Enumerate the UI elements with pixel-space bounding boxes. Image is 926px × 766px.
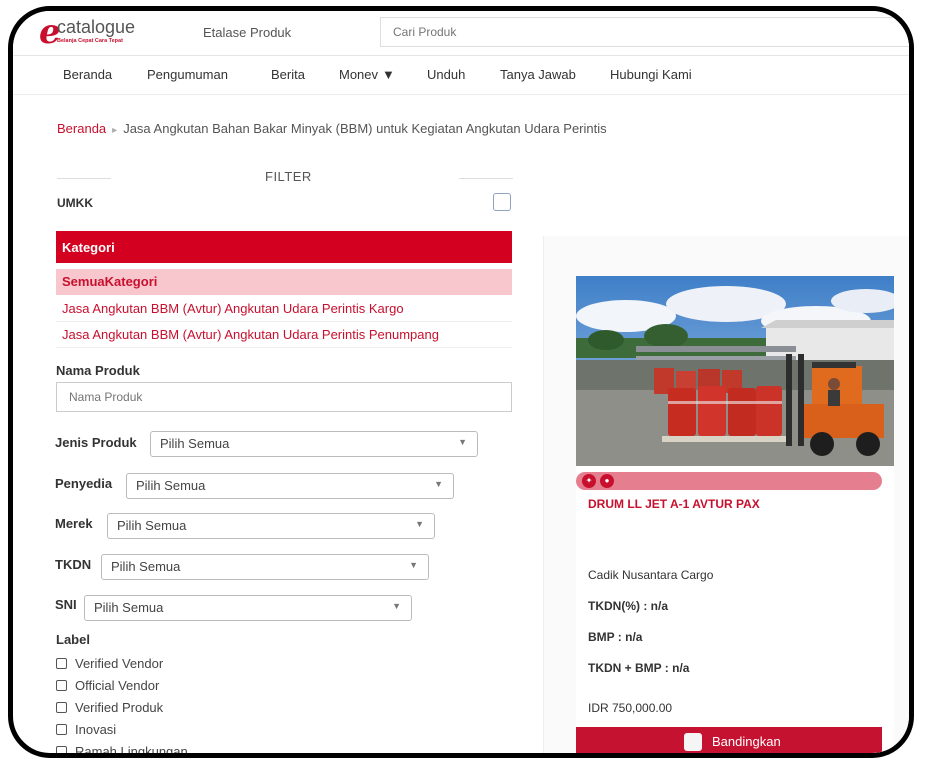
nav-tanya-jawab[interactable]: Tanya Jawab: [500, 67, 576, 82]
chevron-down-icon: ▼: [458, 437, 467, 447]
tkdn-label: TKDN: [55, 557, 92, 572]
logo-name: catalogue: [57, 17, 136, 37]
tkdn-select[interactable]: Pilih Semua ▼: [101, 554, 429, 580]
logo-tagline: Belanja Cepat Cara Tepat: [57, 38, 123, 44]
filter-divider-left: [57, 178, 111, 179]
chevron-down-icon: ▼: [434, 479, 443, 489]
sni-value: Pilih Semua: [94, 600, 164, 615]
filter-divider-right: [459, 178, 513, 179]
product-badge-bar: ✦ ●: [576, 472, 882, 490]
jenis-produk-label: Jenis Produk: [55, 435, 137, 450]
label-option-text: Official Vendor: [75, 678, 160, 693]
umkk-badge-icon: ✦: [582, 474, 596, 488]
label-option-text: Ramah Lingkungan: [75, 744, 188, 758]
merek-value: Pilih Semua: [117, 518, 187, 533]
label-option[interactable]: Verified Produk: [56, 700, 163, 715]
breadcrumb-current: Jasa Angkutan Bahan Bakar Minyak (BBM) u…: [123, 121, 607, 136]
bandingkan-button[interactable]: Bandingkan: [576, 727, 882, 753]
nama-produk-label: Nama Produk: [56, 363, 140, 378]
nama-produk-input[interactable]: [56, 382, 512, 412]
nav-berita[interactable]: Berita: [271, 67, 305, 82]
product-vendor: Cadik Nusantara Cargo: [588, 568, 714, 582]
label-option-text: Verified Vendor: [75, 656, 164, 671]
checkbox-icon[interactable]: [56, 658, 67, 669]
product-image-drawing: [576, 276, 894, 466]
kategori-item[interactable]: Jasa Angkutan BBM (Avtur) Angkutan Udara…: [56, 296, 512, 322]
product-price: IDR 750,000.00: [588, 701, 673, 715]
product-card[interactable]: ✦ ● DRUM LL JET A-1 AVTUR PAX Cadik Nusa…: [576, 276, 894, 753]
label-option[interactable]: Inovasi: [56, 722, 116, 737]
kategori-semua[interactable]: SemuaKategori: [56, 269, 512, 295]
product-tkdn: TKDN(%) : n/a: [588, 599, 668, 613]
chevron-down-icon: ▼: [382, 67, 395, 82]
merek-select[interactable]: Pilih Semua ▼: [107, 513, 435, 539]
penyedia-value: Pilih Semua: [136, 478, 206, 493]
nav-monev[interactable]: Monev ▼: [339, 67, 395, 82]
label-filter-title: Label: [56, 632, 90, 647]
label-option-text: Verified Produk: [75, 700, 164, 715]
nav-unduh[interactable]: Unduh: [427, 67, 465, 82]
etalase-produk-link[interactable]: Etalase Produk: [203, 25, 291, 40]
tkdn-value: Pilih Semua: [111, 559, 181, 574]
product-name[interactable]: DRUM LL JET A-1 AVTUR PAX: [588, 497, 760, 511]
merek-label: Merek: [55, 516, 93, 531]
penyedia-label: Penyedia: [55, 476, 113, 491]
label-option[interactable]: Verified Vendor: [56, 656, 163, 671]
bandingkan-label: Bandingkan: [712, 734, 781, 749]
label-option[interactable]: Ramah Lingkungan: [56, 744, 188, 758]
kategori-item[interactable]: Jasa Angkutan BBM (Avtur) Angkutan Udara…: [56, 322, 512, 348]
seal-badge-icon: ●: [600, 474, 614, 488]
ecatalogue-logo[interactable]: e catalogue Belanja Cepat Cara Tepat: [39, 15, 149, 51]
nav-monev-label: Monev: [339, 67, 379, 82]
penyedia-select[interactable]: Pilih Semua ▼: [126, 473, 454, 499]
main-nav: Beranda Pengumuman Berita Monev ▼ Unduh T…: [13, 56, 909, 95]
product-tkdn-bmp: TKDN + BMP : n/a: [588, 661, 690, 675]
nav-hubungi-kami[interactable]: Hubungi Kami: [610, 67, 692, 82]
breadcrumb-home[interactable]: Beranda: [57, 121, 106, 136]
umkk-checkbox[interactable]: [493, 193, 511, 211]
checkbox-icon[interactable]: [56, 724, 67, 735]
kategori-header: Kategori: [56, 231, 512, 263]
sni-label: SNI: [55, 597, 77, 612]
breadcrumb: Beranda ▸ Jasa Angkutan Bahan Bakar Minyak…: [57, 121, 607, 136]
jenis-produk-value: Pilih Semua: [160, 436, 230, 451]
browser-frame: e catalogue Belanja Cepat Cara Tepat Eta…: [8, 6, 914, 758]
chevron-down-icon: ▼: [409, 560, 418, 570]
umkk-label: UMKK: [57, 196, 93, 210]
label-option-text: Inovasi: [75, 722, 117, 737]
product-photo[interactable]: [576, 276, 894, 466]
top-bar: e catalogue Belanja Cepat Cara Tepat Eta…: [13, 11, 909, 56]
filter-title-text: FILTER: [265, 169, 312, 184]
checkbox-icon[interactable]: [56, 702, 67, 713]
checkbox-icon[interactable]: [56, 746, 67, 753]
label-option[interactable]: Official Vendor: [56, 678, 159, 693]
filter-title: FILTER: [57, 169, 513, 189]
compare-checkbox-icon: [684, 733, 702, 751]
chevron-down-icon: ▼: [392, 601, 401, 611]
chevron-right-icon: ▸: [112, 125, 118, 136]
sni-select[interactable]: Pilih Semua ▼: [84, 595, 412, 621]
search-input[interactable]: [380, 17, 909, 47]
chevron-down-icon: ▼: [415, 519, 424, 529]
product-bmp: BMP : n/a: [588, 630, 643, 644]
checkbox-icon[interactable]: [56, 680, 67, 691]
jenis-produk-select[interactable]: Pilih Semua ▼: [150, 431, 478, 457]
nav-pengumuman[interactable]: Pengumuman: [147, 67, 228, 82]
nav-beranda[interactable]: Beranda: [63, 67, 112, 82]
